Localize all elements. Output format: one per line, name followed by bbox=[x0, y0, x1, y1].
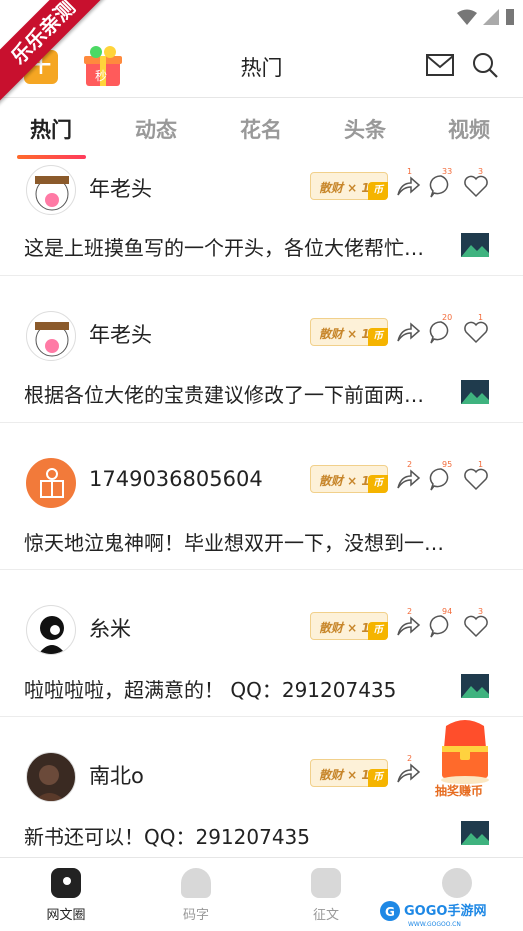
coin-icon: 币 bbox=[368, 622, 388, 640]
comment-icon[interactable] bbox=[428, 173, 454, 199]
image-icon bbox=[461, 821, 489, 845]
reward-badge: 散财 × 171 币 bbox=[310, 759, 388, 787]
share-count: 1 bbox=[407, 167, 413, 176]
coin-icon: 币 bbox=[368, 769, 388, 787]
post-item[interactable]: 年老头 散财 × 15 币 20 1 根据各位大佬的宝贵建议修改了一下前面两… bbox=[0, 276, 523, 423]
tab-headlines[interactable]: 头条 bbox=[344, 114, 386, 144]
share-icon[interactable] bbox=[395, 319, 421, 345]
tab-video[interactable]: 视频 bbox=[448, 114, 490, 144]
share-icon[interactable] bbox=[395, 613, 421, 639]
post-text[interactable]: 这是上班摸鱼写的一个开头，各位大佬帮忙… bbox=[24, 232, 424, 261]
post-username[interactable]: 年老头 bbox=[89, 173, 152, 203]
post-text[interactable]: 啦啦啦啦，超满意的！ QQ：291207435 bbox=[24, 674, 396, 703]
comment-count: 33 bbox=[442, 167, 453, 176]
nav-label: 征文 bbox=[312, 908, 339, 923]
coin-icon: 币 bbox=[368, 328, 388, 346]
category-tabs: 热门 动态 花名 头条 视频 bbox=[0, 98, 523, 162]
like-icon[interactable] bbox=[463, 613, 489, 639]
comment-icon[interactable] bbox=[428, 613, 454, 639]
nav-item-contest[interactable]: 征文 bbox=[291, 868, 361, 923]
avatar[interactable] bbox=[26, 458, 76, 508]
reward-badge: 散财 × 168 币 bbox=[310, 612, 388, 640]
watermark-url: WWW.GOGOO.CN bbox=[408, 921, 461, 928]
share-icon[interactable] bbox=[395, 760, 421, 786]
comment-count: 20 bbox=[442, 313, 453, 322]
app-header: + 秒 热门 bbox=[0, 36, 523, 98]
like-icon[interactable] bbox=[463, 466, 489, 492]
like-count: 3 bbox=[478, 607, 484, 616]
like-count: 3 bbox=[478, 167, 484, 176]
share-count: 2 bbox=[407, 460, 413, 469]
image-icon bbox=[461, 233, 489, 257]
nav-label: 网文圈 bbox=[46, 908, 86, 923]
status-icons bbox=[457, 8, 515, 26]
post-username[interactable]: 年老头 bbox=[89, 319, 152, 349]
share-icon[interactable] bbox=[395, 173, 421, 199]
reward-badge: 散财 × 15 币 bbox=[310, 318, 388, 346]
post-text[interactable]: 新书还可以！QQ：291207435 bbox=[24, 821, 310, 850]
contest-icon bbox=[311, 868, 341, 898]
comment-count: 94 bbox=[442, 607, 453, 616]
circle-icon bbox=[51, 868, 81, 898]
comment-icon[interactable] bbox=[428, 466, 454, 492]
nav-label: 码字 bbox=[182, 908, 209, 923]
comment-icon[interactable] bbox=[428, 319, 454, 345]
like-icon[interactable] bbox=[463, 319, 489, 345]
active-tab-indicator bbox=[17, 155, 86, 159]
like-icon[interactable] bbox=[463, 173, 489, 199]
nav-item-write[interactable]: 码字 bbox=[161, 868, 231, 923]
reward-badge: 散财 × 15 币 bbox=[310, 172, 388, 200]
search-icon[interactable] bbox=[471, 51, 499, 79]
mail-icon[interactable] bbox=[426, 54, 454, 76]
post-username[interactable]: 1749036805604 bbox=[89, 467, 263, 491]
avatar[interactable] bbox=[26, 752, 76, 802]
like-count: 1 bbox=[478, 313, 484, 322]
profile-icon bbox=[442, 868, 472, 898]
post-item[interactable]: 1749036805604 散财 × 152 币 2 95 1 惊天地泣鬼神啊！毕… bbox=[0, 423, 523, 570]
pen-icon bbox=[181, 868, 211, 898]
reward-badge: 散财 × 152 币 bbox=[310, 465, 388, 493]
coin-icon: 币 bbox=[368, 182, 388, 200]
image-icon bbox=[461, 380, 489, 404]
coin-icon: 币 bbox=[368, 475, 388, 493]
watermark-logo: G GOGO手游网 WWW.GOGOO.CN bbox=[380, 901, 486, 928]
avatar[interactable] bbox=[26, 165, 76, 215]
image-icon bbox=[461, 674, 489, 698]
share-count: 2 bbox=[407, 607, 413, 616]
avatar[interactable] bbox=[26, 311, 76, 361]
like-count: 1 bbox=[478, 460, 484, 469]
tab-nickname[interactable]: 花名 bbox=[240, 114, 282, 144]
share-icon[interactable] bbox=[395, 466, 421, 492]
comment-count: 95 bbox=[442, 460, 453, 469]
post-item[interactable]: 糸米 散财 × 168 币 2 94 3 啦啦啦啦，超满意的！ QQ：291207… bbox=[0, 570, 523, 717]
nav-item-circle[interactable]: 网文圈 bbox=[31, 868, 101, 923]
watermark-text: GOGO手游网 bbox=[404, 903, 486, 919]
battery-icon bbox=[506, 9, 514, 25]
wifi-icon bbox=[457, 9, 477, 25]
post-username[interactable]: 南北o bbox=[89, 760, 144, 790]
share-count: 2 bbox=[407, 754, 413, 763]
post-username[interactable]: 糸米 bbox=[89, 613, 131, 643]
tab-hot[interactable]: 热门 bbox=[30, 114, 72, 144]
tab-dynamic[interactable]: 动态 bbox=[135, 114, 177, 144]
post-item[interactable]: 年老头 散财 × 15 币 1 33 3 这是上班摸鱼写的一个开头，各位大佬帮忙… bbox=[0, 162, 523, 276]
avatar[interactable] bbox=[26, 605, 76, 655]
svg-text:G: G bbox=[385, 905, 395, 919]
signal-icon bbox=[483, 9, 499, 25]
post-text[interactable]: 惊天地泣鬼神啊！毕业想双开一下，没想到一… bbox=[24, 527, 444, 556]
prize-label[interactable]: 抽奖赚币 bbox=[435, 782, 483, 799]
post-text[interactable]: 根据各位大佬的宝贵建议修改了一下前面两… bbox=[24, 379, 424, 408]
